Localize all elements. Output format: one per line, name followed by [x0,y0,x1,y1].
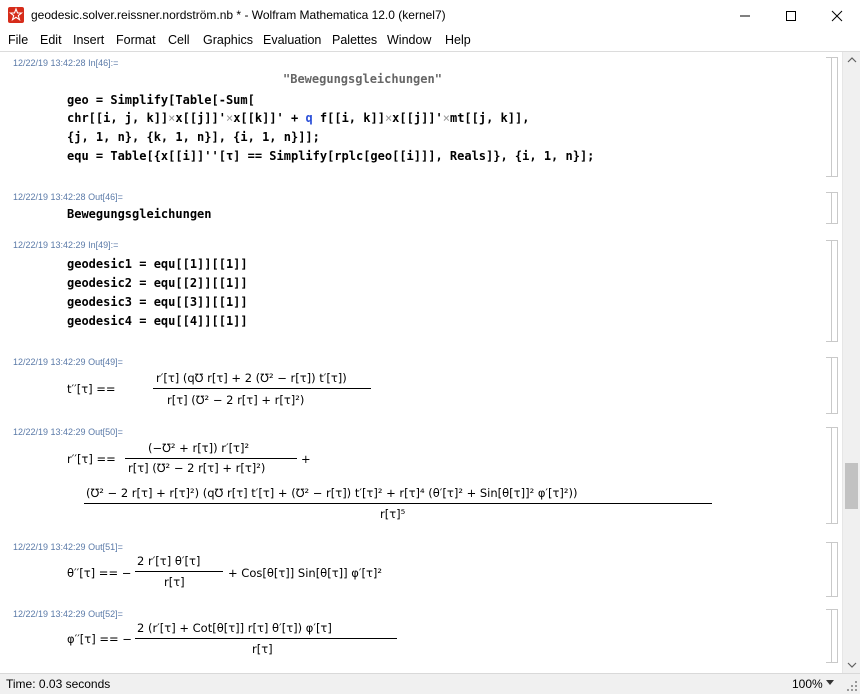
output-denominator-t: r[τ] (℧² − 2 r[τ] + r[τ]²) [167,393,305,407]
output-numerator-t: r′[τ] (q℧ r[τ] + 2 (℧² − r[τ]) t′[τ]) [156,371,347,385]
output-lhs-theta: θ′′[τ] == − [67,566,132,580]
output-text-bewegungsgleichungen[interactable]: Bewegungsgleichungen [67,207,212,221]
vertical-scrollbar[interactable] [842,52,860,673]
input-line-geodesic2[interactable]: geodesic2 = equ[[2]][[1]] [67,276,248,290]
output-numerator-phi: 2 (r′[τ] + Cot[θ[τ]] r[τ] θ′[τ]) φ′[τ] [137,621,332,635]
output-numerator-r-second: (℧² − 2 r[τ] + r[τ]²) (q℧ r[τ] t′[τ] + (… [86,486,578,500]
group-bracket[interactable] [832,57,838,177]
menu-cell[interactable]: Cell [168,33,190,47]
fraction-bar [153,388,371,389]
group-bracket[interactable] [832,240,838,342]
output-rest-theta: + Cos[θ[τ]] Sin[θ[τ]] φ′[τ]² [228,566,382,580]
scroll-down-button[interactable] [843,656,860,673]
scroll-up-button[interactable] [843,52,860,69]
group-bracket[interactable] [832,609,838,663]
group-bracket[interactable] [832,427,838,524]
input-line-geodesic4[interactable]: geodesic4 = equ[[4]][[1]] [67,314,248,328]
minimize-button[interactable] [722,0,768,31]
menu-help[interactable]: Help [445,33,471,47]
output-denominator-phi: r[τ] [252,642,273,656]
output-plus-sign: + [301,452,311,466]
cell-label-out51: 12/22/19 13:42:29 Out[51]= [13,542,123,552]
cell-label-out52: 12/22/19 13:42:29 Out[52]= [13,609,123,619]
group-bracket[interactable] [832,542,838,597]
menu-edit[interactable]: Edit [40,33,62,47]
zoom-dropdown-icon[interactable] [826,679,834,687]
output-denominator-r-first: r[τ] (℧² − 2 r[τ] + r[τ]²) [128,461,266,475]
group-bracket[interactable] [832,192,838,224]
input-q-symbol: q [305,111,313,125]
input-xj2-term: x[[j]]' [392,111,443,125]
input-string-heading[interactable]: "Bewegungsgleichungen" [283,72,442,86]
menu-insert[interactable]: Insert [73,33,104,47]
input-line-geo[interactable]: geo = Simplify[Table[-Sum[ [67,93,255,107]
output-numerator-r-first: (−℧² + r[τ]) r′[τ]² [148,441,250,455]
evaluation-time: Time: 0.03 seconds [6,677,111,691]
times-operator-icon: × [442,111,450,125]
input-line-iterators[interactable]: {j, 1, n}, {k, 1, n}], {i, 1, n}]]; [67,130,320,144]
menu-evaluation[interactable]: Evaluation [263,33,321,47]
output-lhs-phi: φ′′[τ] == − [67,632,132,646]
fraction-bar [135,638,397,639]
minimize-icon [740,15,750,17]
group-bracket[interactable] [832,357,838,414]
input-xj-term: x[[j]]' [175,111,226,125]
output-lhs-r: r′′[τ] == [67,452,116,466]
chevron-down-icon [847,662,857,668]
input-chr-term: chr[[i, j, k]] [67,111,169,125]
fraction-bar [84,503,712,504]
window-title: geodesic.solver.reissner.nordström.nb * … [31,8,446,22]
input-line-chr[interactable]: chr[[i, j, k]]×x[[j]]'×x[[k]]' + q f[[i,… [67,111,529,125]
menu-graphics[interactable]: Graphics [203,33,253,47]
output-numerator-theta: 2 r′[τ] θ′[τ] [137,554,201,568]
maximize-icon [786,11,796,21]
close-icon [831,10,843,22]
close-button[interactable] [814,0,860,31]
cell-label-in46: 12/22/19 13:42:28 In[46]:= [13,58,119,68]
resize-grip-icon[interactable] [846,680,858,692]
input-line-geodesic1[interactable]: geodesic1 = equ[[1]][[1]] [67,257,248,271]
input-xk-term: x[[k]]' + [233,111,306,125]
output-denominator-theta: r[τ] [164,575,185,589]
status-bar: Time: 0.03 seconds 100% [0,673,860,694]
cell-label-out49: 12/22/19 13:42:29 Out[49]= [13,357,123,367]
input-line-geodesic3[interactable]: geodesic3 = equ[[3]][[1]] [67,295,248,309]
menu-file[interactable]: File [8,33,28,47]
maximize-button[interactable] [768,0,814,31]
fraction-bar [125,458,297,459]
fraction-bar [135,571,223,572]
scroll-thumb[interactable] [845,463,858,509]
menu-bar: File Edit Insert Format Cell Graphics Ev… [0,31,860,52]
notebook-area[interactable]: 12/22/19 13:42:28 In[46]:= "Bewegungsgle… [0,52,842,673]
mathematica-app-icon[interactable] [8,7,24,23]
cell-label-in49: 12/22/19 13:42:29 In[49]:= [13,240,119,250]
zoom-level[interactable]: 100% [792,677,823,691]
menu-window[interactable]: Window [387,33,431,47]
cell-label-out50: 12/22/19 13:42:29 Out[50]= [13,427,123,437]
menu-palettes[interactable]: Palettes [332,33,377,47]
input-mt-term: mt[[j, k]], [449,111,530,125]
output-denominator-r-second: r[τ]⁵ [380,507,406,521]
input-f-term: f[[i, k]] [312,111,385,125]
chevron-up-icon [847,57,857,63]
cell-label-out46: 12/22/19 13:42:28 Out[46]= [13,192,123,202]
output-lhs-t: t′′[τ] == [67,382,116,396]
menu-format[interactable]: Format [116,33,156,47]
input-line-equ[interactable]: equ = Table[{x[[i]]''[τ] == Simplify[rpl… [67,149,594,163]
title-bar: geodesic.solver.reissner.nordström.nb * … [0,0,860,32]
